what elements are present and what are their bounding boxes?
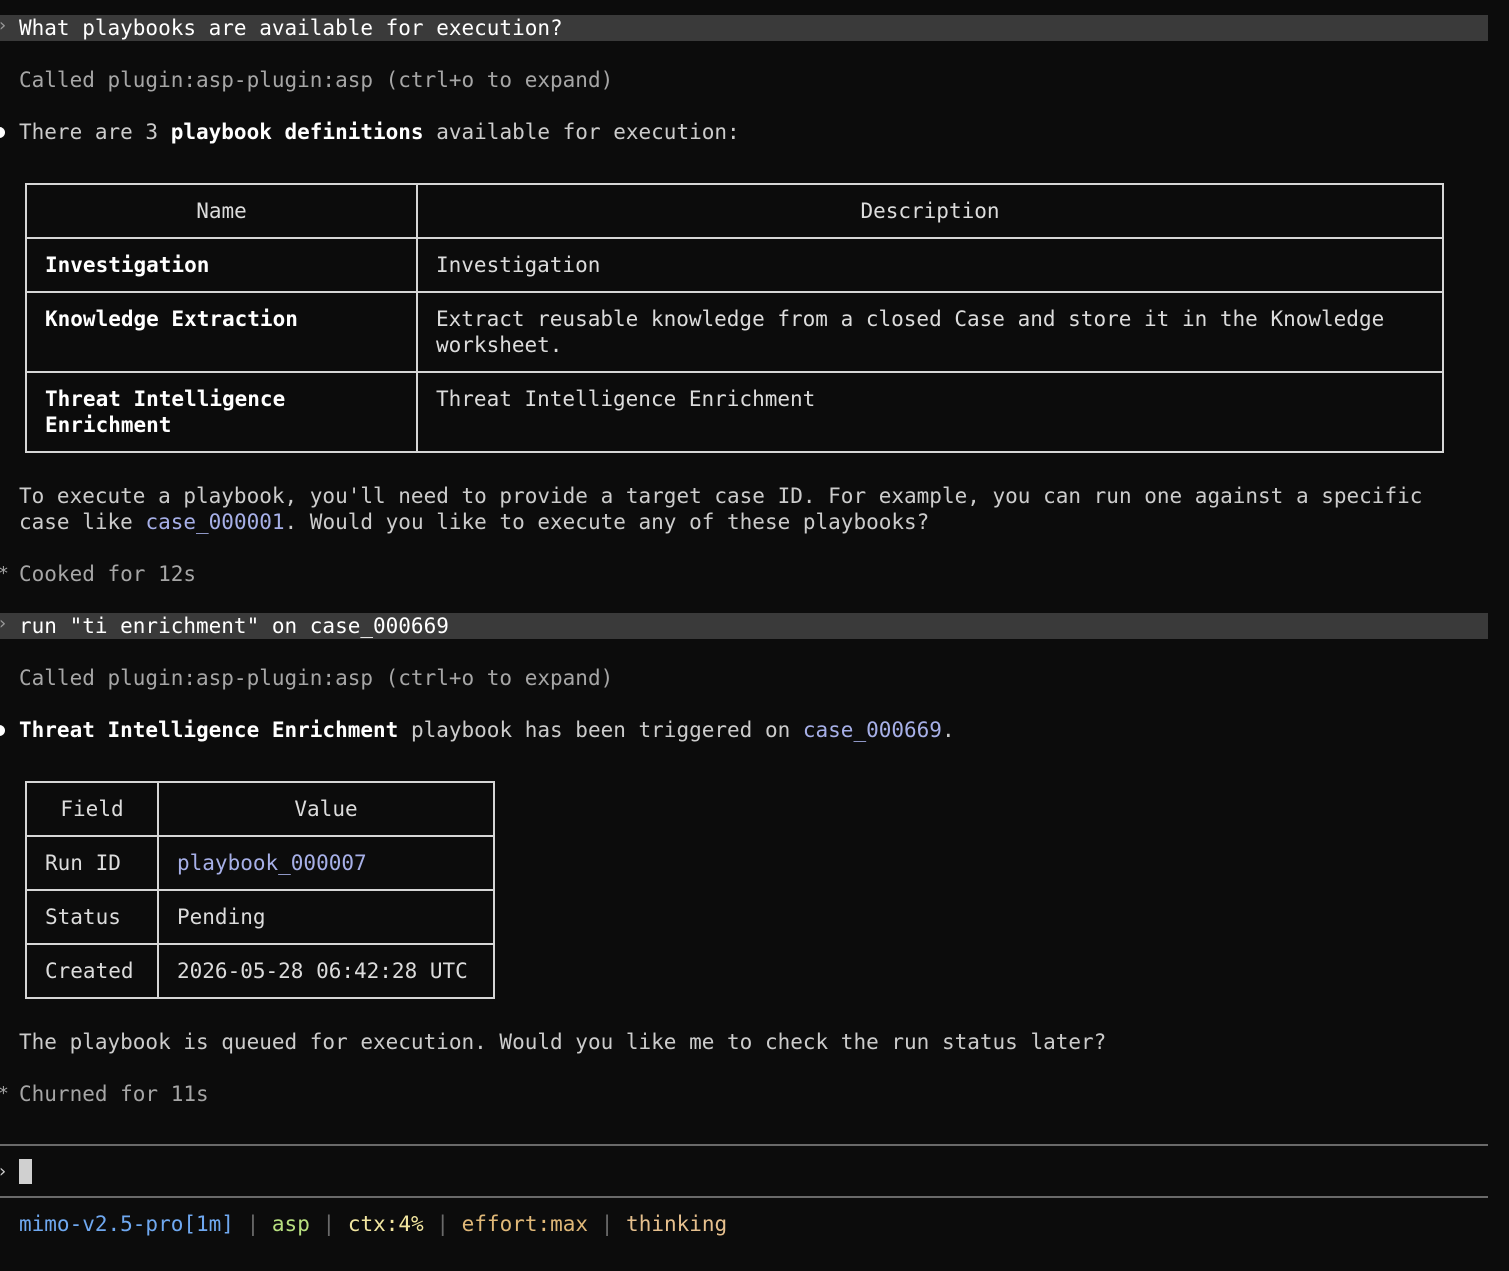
table-row: Run ID playbook_000007	[25, 835, 495, 891]
followup-pre: case like	[19, 510, 146, 534]
followup-text: To execute a playbook, you'll need to pr…	[19, 484, 1423, 508]
playbook-name: Investigation	[25, 237, 418, 293]
reply-bold: playbook definitions	[170, 120, 424, 144]
table-row: Threat Intelligence Enrichment Threat In…	[25, 371, 1444, 453]
table-row: Status Pending	[25, 889, 495, 945]
column-header-name: Name	[25, 183, 418, 239]
effort-level: effort:max	[461, 1212, 589, 1236]
reply-mid: playbook has been triggered on	[398, 718, 803, 742]
timing-text: Cooked for 12s	[19, 562, 197, 586]
mode-indicator: thinking	[626, 1212, 728, 1236]
separator: |	[322, 1212, 336, 1236]
case-link[interactable]: case_000001	[145, 510, 284, 534]
chevron-right-icon: ›	[0, 15, 8, 36]
followup-line-1: To execute a playbook, you'll need to pr…	[0, 483, 1422, 509]
tool-call-text: Called plugin:asp-plugin:asp (ctrl+o to …	[19, 68, 614, 92]
reply-post: available for execution:	[423, 120, 740, 144]
input-bottom-divider	[0, 1196, 1488, 1198]
separator: |	[246, 1212, 260, 1236]
prompt-input[interactable]: ›	[0, 1159, 1488, 1185]
project-name: asp	[271, 1212, 310, 1236]
assistant-reply-intro: There are 3 playbook definitions availab…	[0, 119, 740, 145]
table-row: Investigation Investigation	[25, 237, 1444, 293]
table-row: Created 2026-05-28 06:42:28 UTC	[25, 943, 495, 999]
bullet-dot-icon	[0, 127, 5, 138]
playbook-description: Threat Intelligence Enrichment	[416, 371, 1444, 453]
text-cursor	[19, 1159, 32, 1184]
playbook-description: Extract reusable knowledge from a closed…	[416, 291, 1444, 373]
context-usage: ctx:4%	[347, 1212, 424, 1236]
run-id-link[interactable]: playbook_000007	[157, 835, 495, 891]
column-header-description: Description	[416, 183, 1444, 239]
timing-text: Churned for 11s	[19, 1082, 209, 1106]
chevron-right-icon: ›	[0, 613, 8, 634]
followup-post: . Would you like to execute any of these…	[284, 510, 930, 534]
reply-post: .	[941, 718, 955, 742]
field-label: Status	[25, 889, 159, 945]
user-prompt-1: › What playbooks are available for execu…	[0, 15, 1488, 41]
user-prompt-2: › run "ti enrichment" on case_000669	[0, 613, 1488, 639]
column-header-field: Field	[25, 781, 159, 837]
user-prompt-text: What playbooks are available for executi…	[19, 16, 563, 40]
column-header-value: Value	[157, 781, 495, 837]
field-label: Created	[25, 943, 159, 999]
table-header-row: Field Value	[25, 781, 495, 837]
run-details-table: Field Value Run ID playbook_000007 Statu…	[25, 781, 495, 999]
reply-bold: Threat Intelligence Enrichment	[19, 718, 399, 742]
bullet-dot-icon	[0, 725, 5, 736]
user-prompt-text: run "ti enrichment" on case_000669	[19, 614, 449, 638]
tool-call-line[interactable]: Called plugin:asp-plugin:asp (ctrl+o to …	[0, 67, 613, 93]
created-value: 2026-05-28 06:42:28 UTC	[157, 943, 495, 999]
followup-line: The playbook is queued for execution. Wo…	[0, 1029, 1106, 1055]
followup-line-2: case like case_000001. Would you like to…	[0, 509, 929, 535]
status-value: Pending	[157, 889, 495, 945]
table-header-row: Name Description	[25, 183, 1444, 239]
chevron-right-icon: ›	[0, 1159, 8, 1185]
separator: |	[436, 1212, 449, 1236]
timing-line: * Churned for 11s	[0, 1081, 209, 1107]
playbook-description: Investigation	[416, 237, 1444, 293]
playbook-name: Knowledge Extraction	[25, 291, 418, 373]
separator: |	[600, 1212, 614, 1236]
input-top-divider	[0, 1144, 1488, 1146]
reply-pre: There are 3	[19, 120, 171, 144]
tool-call-line[interactable]: Called plugin:asp-plugin:asp (ctrl+o to …	[0, 665, 613, 691]
assistant-reply-intro: Threat Intelligence Enrichment playbook …	[0, 717, 955, 743]
asterisk-icon: *	[0, 1081, 9, 1107]
playbook-name: Threat Intelligence Enrichment	[25, 371, 418, 453]
playbooks-table: Name Description Investigation Investiga…	[25, 183, 1444, 453]
field-label: Run ID	[25, 835, 159, 891]
model-name: mimo-v2.5-pro[1m]	[19, 1212, 234, 1236]
case-link[interactable]: case_000669	[803, 718, 942, 742]
tool-call-text: Called plugin:asp-plugin:asp (ctrl+o to …	[19, 666, 614, 690]
table-row: Knowledge Extraction Extract reusable kn…	[25, 291, 1444, 373]
status-bar: mimo-v2.5-pro[1m] | asp | ctx:4% | effor…	[0, 1211, 727, 1237]
timing-line: * Cooked for 12s	[0, 561, 196, 587]
followup-text: The playbook is queued for execution. Wo…	[19, 1030, 1107, 1054]
asterisk-icon: *	[0, 561, 9, 587]
